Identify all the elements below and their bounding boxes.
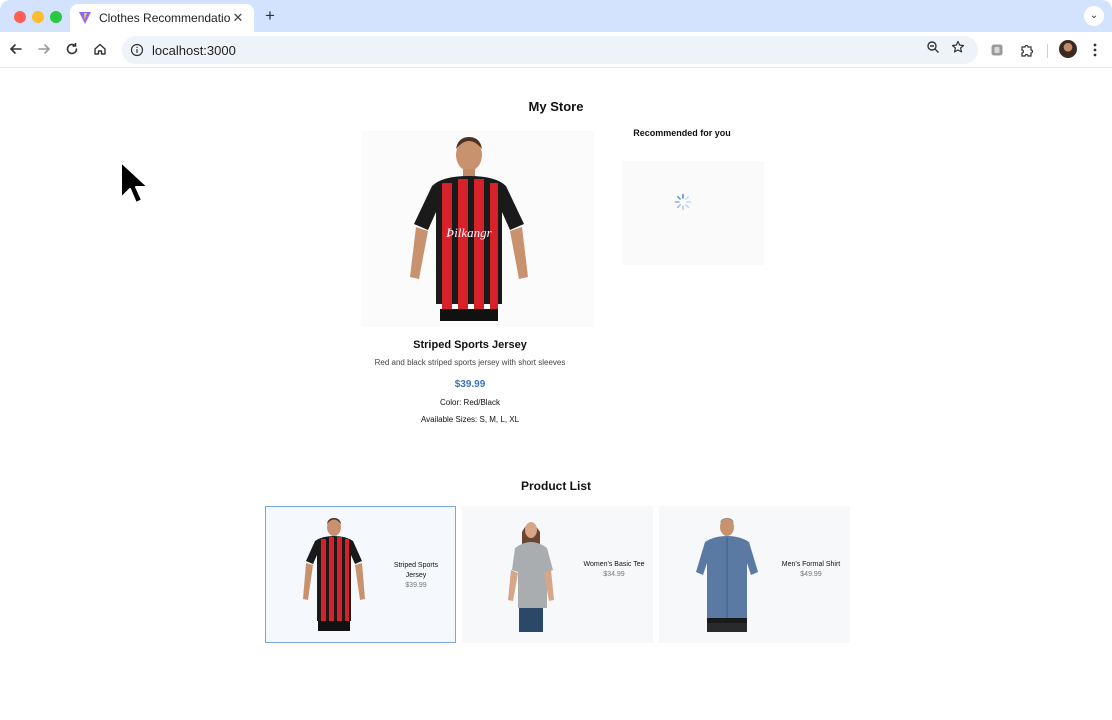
zoom-button[interactable] xyxy=(924,38,942,56)
tab-search-chevron-icon[interactable]: ⌄ xyxy=(1084,6,1104,26)
close-window-button[interactable] xyxy=(14,11,26,23)
arrow-left-icon xyxy=(9,44,22,54)
tab-active[interactable]: Clothes Recommendation ✕ xyxy=(70,4,254,32)
product-card-info: Striped Sports Jersey $39.99 xyxy=(383,561,449,591)
home-button[interactable] xyxy=(89,38,111,60)
featured-product-description: Red and black striped sports jersey with… xyxy=(374,358,566,367)
product-list-title: Product List xyxy=(520,479,591,493)
arrow-right-icon xyxy=(38,44,51,54)
browser-toolbar: localhost:3000 xyxy=(0,32,1112,68)
page-content: My Store Þilkangr Striped Sports Jersey … xyxy=(0,69,1112,720)
featured-product-image: Þilkangr xyxy=(362,131,594,327)
recommendations-panel xyxy=(622,161,764,265)
product-card-name: Striped Sports Jersey xyxy=(393,562,439,579)
tab-strip: Clothes Recommendation ✕ + ⌄ xyxy=(0,0,1112,32)
info-icon[interactable] xyxy=(130,43,144,57)
browser-menu-button[interactable] xyxy=(1085,40,1105,60)
toolbar-divider xyxy=(1047,44,1048,58)
product-card[interactable]: Striped Sports Jersey $39.99 xyxy=(265,506,456,643)
tab-title: Clothes Recommendation xyxy=(99,11,230,25)
product-image xyxy=(303,518,365,631)
product-card-price: $34.99 xyxy=(603,571,625,578)
kebab-menu-icon xyxy=(1093,43,1097,57)
zoom-icon xyxy=(927,41,939,53)
mouse-cursor-icon xyxy=(120,161,149,204)
featured-product-name: Striped Sports Jersey xyxy=(413,339,527,351)
new-tab-button[interactable]: + xyxy=(260,6,280,26)
product-image xyxy=(696,518,758,632)
maximize-window-button[interactable] xyxy=(50,11,62,23)
tab-close-icon[interactable]: ✕ xyxy=(230,10,246,26)
profile-avatar[interactable] xyxy=(1059,40,1077,58)
store-title: My Store xyxy=(528,99,584,114)
home-icon xyxy=(94,43,106,55)
product-card-name: Women's Basic Tee xyxy=(583,561,645,568)
product-card-info: Men's Formal Shirt $49.99 xyxy=(778,560,844,580)
featured-product-price: $39.99 xyxy=(454,379,486,390)
address-bar[interactable]: localhost:3000 xyxy=(122,36,978,64)
reload-button[interactable] xyxy=(61,38,83,60)
extension-app-icon xyxy=(991,44,1003,56)
product-image xyxy=(508,522,554,632)
product-card[interactable]: Men's Formal Shirt $49.99 xyxy=(659,506,850,643)
jersey-model-illustration: Þilkangr xyxy=(410,137,528,321)
extensions-button[interactable] xyxy=(1016,40,1036,60)
featured-product-color: Color: Red/Black xyxy=(439,398,501,407)
star-icon xyxy=(951,40,965,53)
minimize-window-button[interactable] xyxy=(32,11,44,23)
reload-icon xyxy=(66,43,78,55)
product-card-price: $39.99 xyxy=(405,582,427,589)
vite-favicon-icon xyxy=(79,12,91,24)
extension-button[interactable] xyxy=(987,40,1007,60)
bookmark-button[interactable] xyxy=(949,38,967,56)
product-card-info: Women's Basic Tee $34.99 xyxy=(581,560,647,580)
product-card[interactable]: Women's Basic Tee $34.99 xyxy=(462,506,653,643)
product-card-name: Men's Formal Shirt xyxy=(781,561,841,568)
browser-window: Clothes Recommendation ✕ + ⌄ localhost:3… xyxy=(0,0,1112,720)
loading-spinner-icon xyxy=(674,193,692,211)
forward-button[interactable] xyxy=(33,38,55,60)
back-button[interactable] xyxy=(5,38,27,60)
svg-text:Þilkangr: Þilkangr xyxy=(445,225,492,240)
recommended-title: Recommended for you xyxy=(633,128,731,138)
featured-product-sizes: Available Sizes: S, M, L, XL xyxy=(420,415,520,424)
url-text: localhost:3000 xyxy=(152,42,236,58)
puzzle-icon xyxy=(1020,44,1033,57)
product-card-price: $49.99 xyxy=(800,571,822,578)
